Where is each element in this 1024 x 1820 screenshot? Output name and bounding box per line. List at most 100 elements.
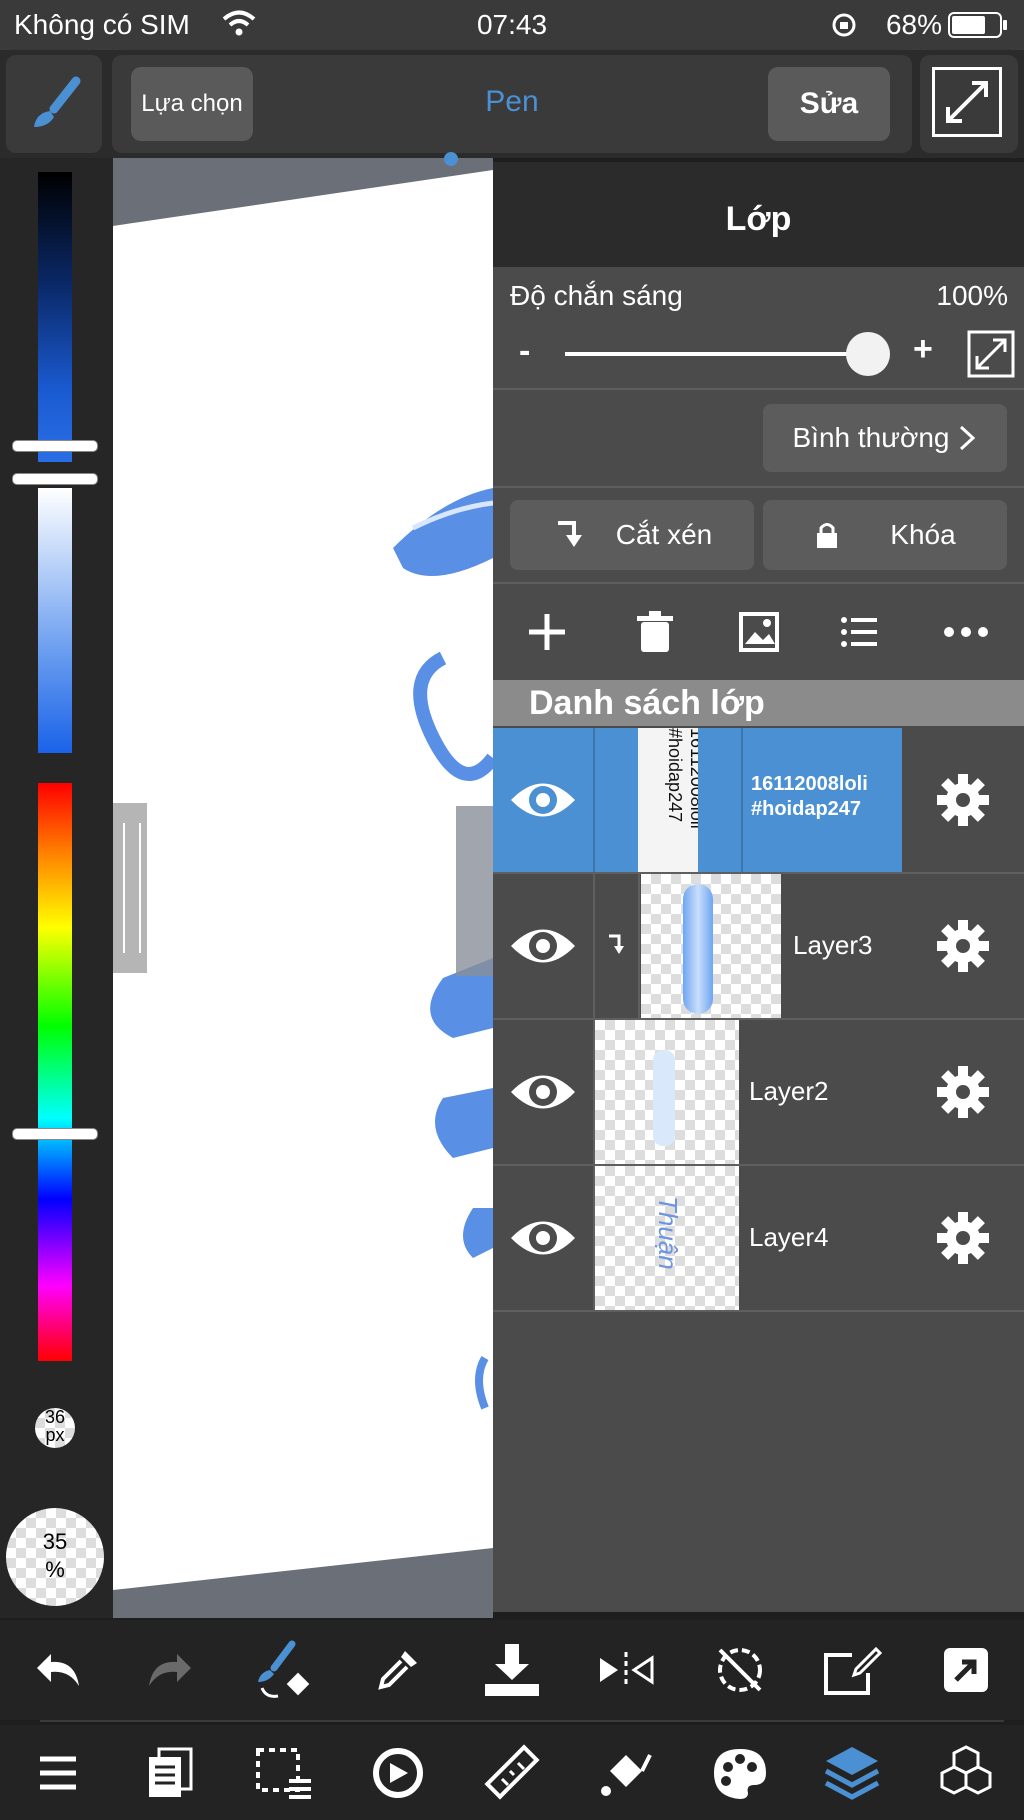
layers-button[interactable]	[812, 1733, 892, 1813]
brush-size-indicator[interactable]: 36 px	[35, 1408, 75, 1448]
trash-icon[interactable]	[633, 610, 677, 654]
eyedropper-button[interactable]	[358, 1630, 438, 1710]
palette-button[interactable]	[700, 1733, 780, 1813]
slider-handle[interactable]	[12, 1128, 98, 1140]
chevron-right-icon	[960, 425, 976, 451]
layer-settings-button[interactable]	[902, 728, 1024, 872]
blend-mode-button[interactable]: Bình thường	[763, 404, 1007, 472]
visibility-toggle[interactable]	[493, 1166, 595, 1310]
fullscreen-button[interactable]	[920, 55, 1018, 153]
layer-row[interactable]: Layer2	[493, 1020, 1024, 1166]
clip-button[interactable]: Cắt xén	[510, 500, 754, 570]
divider	[741, 728, 743, 872]
hue-slider[interactable]	[38, 783, 72, 1361]
saturation-slider[interactable]	[38, 488, 72, 753]
bottom-toolbar-actions	[0, 1620, 1024, 1720]
divider	[638, 874, 640, 1018]
bottom-toolbar-menus	[0, 1725, 1024, 1820]
layer-thumbnail	[641, 874, 781, 1018]
lock-icon	[817, 523, 838, 548]
layer-panel: Lớp Độ chắn sáng 100% - + Bình thường Cắ…	[493, 162, 1024, 1612]
eye-icon	[511, 929, 575, 963]
gear-icon	[937, 920, 989, 972]
redo-button[interactable]	[130, 1630, 210, 1710]
opacity-minus-button[interactable]: -	[519, 332, 530, 371]
layer-settings-button[interactable]	[902, 1166, 1024, 1310]
layer-list-header: Danh sách lớp	[493, 680, 1024, 726]
material-icon	[940, 1745, 992, 1795]
add-icon[interactable]	[525, 610, 569, 654]
thumbnail-text: 16112008loli #hoidap247	[665, 728, 698, 829]
rotate-off-button[interactable]	[700, 1630, 780, 1710]
share-button[interactable]	[926, 1630, 1006, 1710]
fullscreen-icon	[946, 81, 988, 123]
edit-button[interactable]: Sửa	[768, 67, 890, 141]
layers-icon	[824, 1747, 880, 1800]
fill-button[interactable]	[586, 1733, 666, 1813]
clip-label: Cắt xén	[615, 519, 713, 550]
divider	[493, 486, 1024, 488]
brush-opacity-indicator[interactable]: 35 %	[6, 1508, 104, 1606]
thumbnail-text: Thuận	[653, 1196, 683, 1270]
flip-icon	[600, 1652, 654, 1688]
menu-icon	[40, 1756, 76, 1790]
pages-button[interactable]	[130, 1733, 210, 1813]
list-icon[interactable]	[837, 610, 881, 654]
rotation-lock-icon	[832, 13, 856, 37]
layer-name: 16112008loli #hoidap247	[751, 773, 868, 820]
menu-button[interactable]	[18, 1733, 98, 1813]
divider	[493, 582, 1024, 584]
layer-settings-button[interactable]	[902, 1020, 1024, 1164]
canvas-scroll-handle[interactable]	[113, 803, 147, 973]
brush-tool-button[interactable]	[6, 55, 102, 153]
opacity-slider-track[interactable]	[565, 352, 870, 356]
visibility-toggle[interactable]	[493, 1020, 595, 1164]
edit-frame-button[interactable]	[812, 1630, 892, 1710]
undo-icon	[37, 1654, 79, 1686]
opacity-plus-button[interactable]: +	[913, 330, 933, 369]
selection-button[interactable]	[244, 1733, 324, 1813]
undo-button[interactable]	[18, 1630, 98, 1710]
brush-swap-button[interactable]	[244, 1630, 324, 1710]
lock-label: Khóa	[890, 519, 956, 550]
brightness-slider[interactable]	[38, 172, 72, 462]
layer-row[interactable]: Layer3	[493, 874, 1024, 1020]
canvas-artwork	[113, 170, 493, 1590]
blend-mode-label: Bình thường	[792, 422, 950, 453]
visibility-toggle[interactable]	[493, 874, 595, 1018]
more-icon[interactable]	[941, 610, 991, 654]
transform-icon	[373, 1748, 423, 1798]
layer-row[interactable]: Thuận Layer4	[493, 1166, 1024, 1312]
visibility-toggle[interactable]	[493, 728, 595, 872]
panel-scroll-handle[interactable]	[456, 806, 493, 976]
layer-settings-button[interactable]	[902, 874, 1024, 1018]
slider-handle[interactable]	[12, 440, 98, 452]
transform-button[interactable]	[358, 1733, 438, 1813]
lock-button[interactable]: Khóa	[763, 500, 1007, 570]
top-toolbar: Lựa chọn Pen Sửa	[0, 50, 1024, 158]
opacity-label: Độ chắn sáng	[510, 280, 683, 311]
layer-name: Layer2	[749, 1076, 829, 1106]
flip-button[interactable]	[586, 1630, 666, 1710]
battery-percent: 68%	[885, 9, 942, 40]
tool-bar: Lựa chọn Pen Sửa	[112, 55, 912, 153]
layer-panel-title: Lớp	[725, 200, 792, 238]
layer-row[interactable]: 16112008loli #hoidap247 16112008loli #ho…	[493, 728, 1024, 874]
clip-indicator-icon	[609, 934, 624, 954]
pages-icon	[149, 1747, 193, 1797]
gear-icon	[937, 1066, 989, 1118]
image-icon[interactable]	[737, 610, 781, 654]
save-button[interactable]	[472, 1630, 552, 1710]
expand-icon[interactable]	[967, 330, 1015, 378]
slider-handle[interactable]	[12, 473, 98, 485]
eyedropper-icon	[378, 1651, 417, 1690]
layer-panel-header: Lớp	[493, 162, 1024, 267]
layer-list-title: Danh sách lớp	[529, 684, 765, 722]
download-icon	[485, 1644, 539, 1696]
material-button[interactable]	[926, 1733, 1006, 1813]
opacity-slider-thumb[interactable]	[846, 332, 890, 376]
status-bar: Không có SIM 07:43 68%	[0, 0, 1024, 50]
canvas-area[interactable]	[113, 152, 493, 1618]
ruler-button[interactable]	[472, 1733, 552, 1813]
handle-grip	[123, 823, 141, 953]
